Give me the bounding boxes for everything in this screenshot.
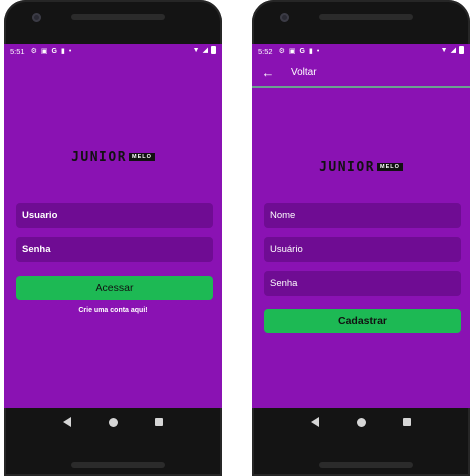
camera-icon: [32, 13, 41, 22]
nav-bar: [4, 408, 222, 436]
login-screen: 5:51 ⚙ ▣ G ▮ • ▼ ◢ JUNIOR MELO Usuario S…: [4, 44, 222, 408]
gear-icon: ⚙: [278, 47, 285, 55]
bottom-speaker: [319, 462, 413, 468]
gear-icon: ⚙: [30, 47, 37, 55]
back-arrow-icon[interactable]: ←: [260, 65, 276, 80]
password-input[interactable]: Senha: [264, 271, 461, 296]
login-button[interactable]: Acessar: [16, 276, 213, 300]
logo: JUNIOR MELO: [252, 160, 470, 175]
signup-screen: 5:52 ⚙ ▣ G ▮ • ▼ ◢ ← Voltar JUNIOR MELO …: [252, 44, 470, 408]
status-time: 5:51: [10, 46, 25, 56]
signup-link[interactable]: Crie uma conta aqui!: [4, 307, 222, 314]
notification-icon: ▣: [288, 47, 296, 55]
name-input[interactable]: Nome: [264, 203, 461, 228]
top-speaker: [71, 14, 165, 20]
nav-bar: [252, 408, 470, 436]
google-icon: G: [51, 47, 57, 55]
bottom-speaker: [71, 462, 165, 468]
app-bar-divider: [252, 86, 470, 88]
google-icon: G: [299, 47, 305, 55]
logo: JUNIOR MELO: [4, 150, 222, 165]
nav-recent-icon[interactable]: [154, 418, 163, 426]
wifi-icon: ▼: [192, 46, 200, 54]
notification-icon: ▣: [40, 47, 48, 55]
nav-back-icon[interactable]: [63, 417, 72, 427]
logo-word: JUNIOR: [319, 160, 376, 175]
sd-card-icon: ▮: [308, 47, 313, 55]
nav-recent-icon[interactable]: [402, 418, 411, 426]
dot-icon: •: [316, 47, 320, 55]
logo-word: JUNIOR: [71, 150, 128, 165]
logo-tag: MELO: [377, 162, 403, 171]
status-bar: 5:51 ⚙ ▣ G ▮ • ▼ ◢: [4, 44, 222, 58]
status-time: 5:52: [258, 46, 273, 56]
password-input[interactable]: Senha: [16, 237, 213, 262]
logo-tag: MELO: [129, 152, 155, 161]
signal-icon: ◢: [202, 47, 208, 54]
nav-home-icon[interactable]: [108, 417, 118, 427]
login-phone: 5:51 ⚙ ▣ G ▮ • ▼ ◢ JUNIOR MELO Usuario S…: [4, 0, 222, 476]
username-input[interactable]: Usuário: [264, 237, 461, 262]
nav-home-icon[interactable]: [356, 417, 366, 427]
signup-phone: 5:52 ⚙ ▣ G ▮ • ▼ ◢ ← Voltar JUNIOR MELO …: [252, 0, 470, 476]
battery-icon: [459, 46, 464, 54]
status-bar: 5:52 ⚙ ▣ G ▮ • ▼ ◢: [252, 44, 470, 58]
top-speaker: [319, 14, 413, 20]
register-button[interactable]: Cadastrar: [264, 309, 461, 333]
battery-icon: [211, 46, 216, 54]
app-bar: ← Voltar: [252, 58, 470, 86]
nav-back-icon[interactable]: [311, 417, 320, 427]
signal-icon: ◢: [450, 47, 456, 54]
back-label[interactable]: Voltar: [291, 67, 317, 78]
camera-icon: [280, 13, 289, 22]
dot-icon: •: [68, 47, 72, 55]
wifi-icon: ▼: [440, 46, 448, 54]
sd-card-icon: ▮: [60, 47, 65, 55]
username-input[interactable]: Usuario: [16, 203, 213, 228]
